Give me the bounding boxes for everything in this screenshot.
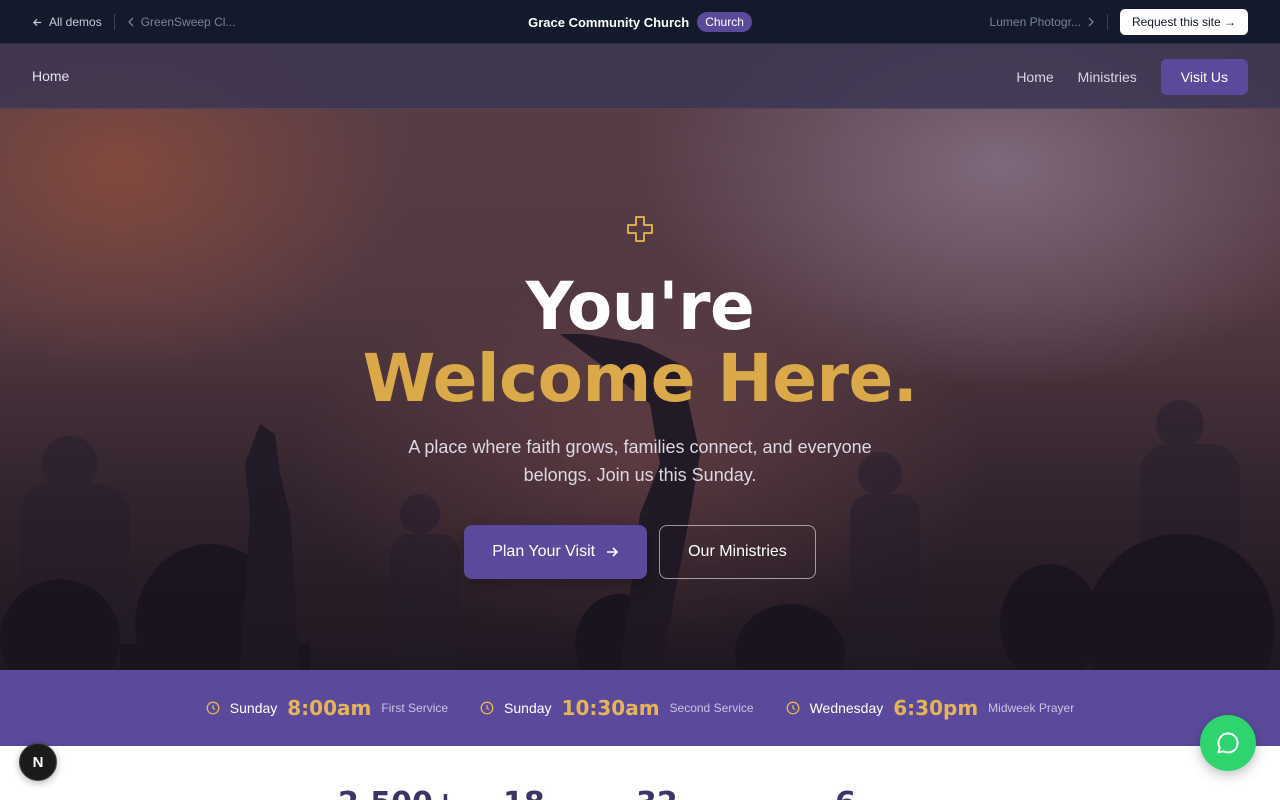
all-demos-link[interactable]: All demos bbox=[32, 15, 102, 29]
schedule-label: Midweek Prayer bbox=[988, 701, 1075, 715]
schedule-item: Sunday 10:30am Second Service bbox=[480, 696, 754, 720]
nav-link-ministries[interactable]: Ministries bbox=[1078, 69, 1137, 85]
hero-section: Home Home Ministries Visit Us You're Wel… bbox=[0, 44, 1280, 670]
hero-content: You're Welcome Here. A place where faith… bbox=[0, 214, 1280, 579]
prev-demo-label: GreenSweep Cl... bbox=[140, 15, 236, 29]
divider bbox=[1106, 14, 1108, 30]
schedule-day: Wednesday bbox=[809, 700, 884, 716]
schedule-time: 8:00am bbox=[287, 696, 372, 720]
schedule-time: 10:30am bbox=[561, 696, 660, 720]
nav-link-home[interactable]: Home bbox=[1016, 69, 1053, 85]
divider bbox=[113, 14, 115, 30]
stat-value: 2,500+ bbox=[338, 786, 458, 800]
prev-demo-link[interactable]: GreenSweep Cl... bbox=[127, 15, 236, 29]
schedule-label: Second Service bbox=[669, 701, 754, 715]
plan-visit-label: Plan Your Visit bbox=[492, 543, 596, 560]
nav-home-left-link[interactable]: Home bbox=[32, 68, 69, 84]
stat-value: 32 bbox=[636, 786, 678, 800]
stats-section: 2,500+ 18 32 6 bbox=[0, 746, 1280, 800]
site-navbar: Home Home Ministries Visit Us bbox=[0, 44, 1280, 109]
schedule-day: Sunday bbox=[504, 700, 552, 716]
arrow-left-icon bbox=[32, 18, 42, 26]
clock-icon bbox=[480, 701, 494, 715]
chat-bubble-icon bbox=[1217, 732, 1239, 754]
nav-links: Home Ministries Visit Us bbox=[1016, 44, 1248, 109]
service-schedule: Sunday 8:00am First Service Sunday 10:30… bbox=[0, 670, 1280, 746]
schedule-item: Sunday 8:00am First Service bbox=[206, 696, 448, 720]
demo-nav-right: Lumen Photogr... Request this site → bbox=[990, 0, 1248, 44]
plan-visit-button[interactable]: Plan Your Visit bbox=[464, 525, 648, 579]
visit-us-button[interactable]: Visit Us bbox=[1160, 58, 1248, 95]
demo-nav-left: All demos GreenSweep Cl... bbox=[32, 0, 235, 44]
schedule-item: Wednesday 6:30pm Midweek Prayer bbox=[786, 696, 1075, 720]
arrow-right-icon bbox=[607, 547, 619, 557]
chevron-right-icon bbox=[1088, 17, 1094, 27]
hero-buttons: Plan Your Visit Our Ministries bbox=[0, 525, 1280, 579]
stat-value: 6 bbox=[835, 786, 856, 800]
request-site-button[interactable]: Request this site → bbox=[1119, 9, 1248, 35]
stat-value: 18 bbox=[503, 786, 545, 800]
site-title: Grace Community Church bbox=[528, 14, 690, 30]
next-demo-link[interactable]: Lumen Photogr... bbox=[990, 15, 1095, 29]
hero-headline-line2: Welcome Here. bbox=[362, 340, 918, 417]
cross-icon bbox=[627, 216, 653, 242]
clock-icon bbox=[786, 701, 800, 715]
our-ministries-button[interactable]: Our Ministries bbox=[659, 525, 816, 579]
schedule-day: Sunday bbox=[229, 700, 278, 716]
all-demos-label: All demos bbox=[49, 15, 102, 29]
nextjs-dev-badge[interactable]: N bbox=[19, 743, 57, 781]
schedule-time: 6:30pm bbox=[893, 696, 979, 720]
category-badge: Church bbox=[697, 12, 752, 32]
chevron-left-icon bbox=[127, 17, 134, 27]
chat-button[interactable] bbox=[1200, 715, 1256, 771]
clock-icon bbox=[206, 701, 220, 715]
demo-top-bar: All demos GreenSweep Cl... Grace Communi… bbox=[0, 0, 1280, 44]
hero-headline-line1: You're bbox=[525, 268, 755, 345]
hero-subtitle: A place where faith grows, families conn… bbox=[408, 437, 872, 485]
schedule-label: First Service bbox=[381, 701, 449, 715]
next-demo-label: Lumen Photogr... bbox=[989, 15, 1081, 29]
